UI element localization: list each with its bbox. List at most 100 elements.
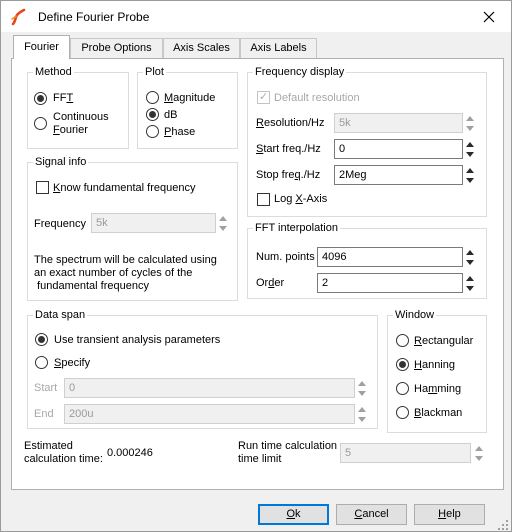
start-label: Start	[34, 382, 58, 394]
default-resolution-checkbox[interactable]	[257, 90, 270, 104]
specify-radio[interactable]	[35, 356, 48, 369]
triangle-up-icon	[466, 141, 474, 147]
tab-axis-labels[interactable]: Axis Labels	[240, 38, 317, 58]
order-label: Order	[256, 277, 285, 289]
spin-down-button[interactable]	[464, 257, 476, 267]
default-resolution-label[interactable]: Default resolution	[274, 92, 360, 104]
spin-up-button[interactable]	[464, 273, 476, 283]
triangle-down-icon	[358, 416, 366, 422]
stop-freq-input[interactable]: 2Meg	[334, 165, 463, 185]
triangle-up-icon	[475, 445, 483, 451]
fft-radio[interactable]	[34, 92, 47, 105]
frequency-input[interactable]: 5k	[91, 213, 216, 233]
log-x-axis-checkbox[interactable]	[257, 193, 270, 206]
spin-down-button[interactable]	[473, 453, 485, 463]
spin-up-button[interactable]	[217, 213, 229, 223]
order-spinner[interactable]	[464, 273, 476, 293]
rectangular-label[interactable]: Rectangular	[414, 335, 473, 347]
cancel-button[interactable]: Cancel	[336, 504, 407, 525]
num-points-spinner[interactable]	[464, 247, 476, 267]
hamming-radio[interactable]	[396, 382, 409, 395]
resolution-label: Resolution/Hz	[256, 117, 325, 129]
end-input[interactable]: 200u	[64, 404, 355, 424]
stop-freq-spinner[interactable]	[464, 165, 476, 185]
start-freq-input[interactable]: 0	[334, 139, 463, 159]
tab-fourier[interactable]: Fourier	[13, 35, 70, 59]
magnitude-label[interactable]: Magnitude	[164, 92, 215, 104]
phase-radio[interactable]	[146, 125, 159, 138]
spin-down-button[interactable]	[464, 175, 476, 185]
run-time-limit-label-line1: Run time calculation	[238, 440, 338, 452]
triangle-up-icon	[466, 167, 474, 173]
spin-up-button[interactable]	[356, 378, 368, 388]
end-spinner[interactable]	[356, 404, 368, 424]
ok-button[interactable]: Ok	[258, 504, 329, 525]
continuous-fourier-radio[interactable]	[34, 117, 47, 130]
specify-label[interactable]: Specify	[54, 357, 90, 369]
know-fundamental-checkbox[interactable]	[36, 181, 49, 194]
resize-grip-icon[interactable]	[497, 519, 509, 531]
run-time-limit-spinner[interactable]	[473, 443, 485, 463]
triangle-down-icon	[466, 177, 474, 183]
blackman-label[interactable]: Blackman	[414, 407, 462, 419]
run-time-limit-input[interactable]: 5	[340, 443, 471, 463]
num-points-label: Num. points	[256, 251, 315, 263]
spin-up-button[interactable]	[356, 404, 368, 414]
hanning-radio[interactable]	[396, 358, 409, 371]
rectangular-radio[interactable]	[396, 334, 409, 347]
phase-label[interactable]: Phase	[164, 126, 195, 138]
use-transient-radio[interactable]	[35, 333, 48, 346]
frequency-display-legend: Frequency display	[255, 66, 345, 78]
use-transient-label[interactable]: Use transient analysis parameters	[54, 334, 220, 346]
log-x-axis-label[interactable]: Log X-Axis	[274, 193, 327, 205]
db-label[interactable]: dB	[164, 109, 177, 121]
estimated-label-line2: calculation time:	[24, 453, 103, 465]
frequency-spinner[interactable]	[217, 213, 229, 233]
resolution-input[interactable]: 5k	[334, 113, 463, 133]
hanning-label[interactable]: Hanning	[414, 359, 455, 371]
triangle-down-icon	[466, 125, 474, 131]
spin-down-button[interactable]	[464, 283, 476, 293]
fft-label[interactable]: FFT	[53, 92, 73, 104]
dialog-title: Define Fourier Probe	[38, 10, 150, 24]
spectrum-description-line1: The spectrum will be calculated using	[34, 254, 217, 266]
estimated-label-line1: Estimated	[24, 440, 73, 452]
spin-down-button[interactable]	[464, 149, 476, 159]
spin-up-button[interactable]	[464, 165, 476, 175]
triangle-up-icon	[358, 406, 366, 412]
help-button[interactable]: Help	[414, 504, 485, 525]
spin-up-button[interactable]	[464, 139, 476, 149]
close-button[interactable]	[471, 3, 507, 30]
continuous-fourier-label-line2[interactable]: Fourier	[53, 124, 88, 136]
spin-up-button[interactable]	[464, 113, 476, 123]
spin-down-button[interactable]	[217, 223, 229, 233]
close-icon	[483, 11, 495, 22]
num-points-input[interactable]: 4096	[317, 247, 463, 267]
signal-info-legend: Signal info	[35, 156, 87, 168]
spin-up-button[interactable]	[473, 443, 485, 453]
order-input[interactable]: 2	[317, 273, 463, 293]
resolution-spinner[interactable]	[464, 113, 476, 133]
start-input[interactable]: 0	[64, 378, 355, 398]
triangle-up-icon	[466, 275, 474, 281]
tab-probe-options[interactable]: Probe Options	[70, 38, 163, 58]
spectrum-description-line2: an exact number of cycles of the	[34, 267, 193, 279]
know-fundamental-label[interactable]: Know fundamental frequency	[53, 182, 196, 194]
end-label: End	[34, 408, 54, 420]
start-spinner[interactable]	[356, 378, 368, 398]
hamming-label[interactable]: Hamming	[414, 383, 461, 395]
spin-up-button[interactable]	[464, 247, 476, 257]
spin-down-button[interactable]	[356, 414, 368, 424]
spin-down-button[interactable]	[464, 123, 476, 133]
triangle-up-icon	[466, 249, 474, 255]
blackman-radio[interactable]	[396, 406, 409, 419]
fft-interpolation-legend: FFT interpolation	[255, 222, 338, 234]
continuous-fourier-label-line1[interactable]: Continuous	[53, 111, 109, 123]
tab-axis-scales[interactable]: Axis Scales	[163, 38, 240, 58]
spin-down-button[interactable]	[356, 388, 368, 398]
start-freq-spinner[interactable]	[464, 139, 476, 159]
magnitude-radio[interactable]	[146, 91, 159, 104]
method-legend: Method	[35, 66, 72, 78]
db-radio[interactable]	[146, 108, 159, 121]
data-span-legend: Data span	[35, 309, 86, 321]
